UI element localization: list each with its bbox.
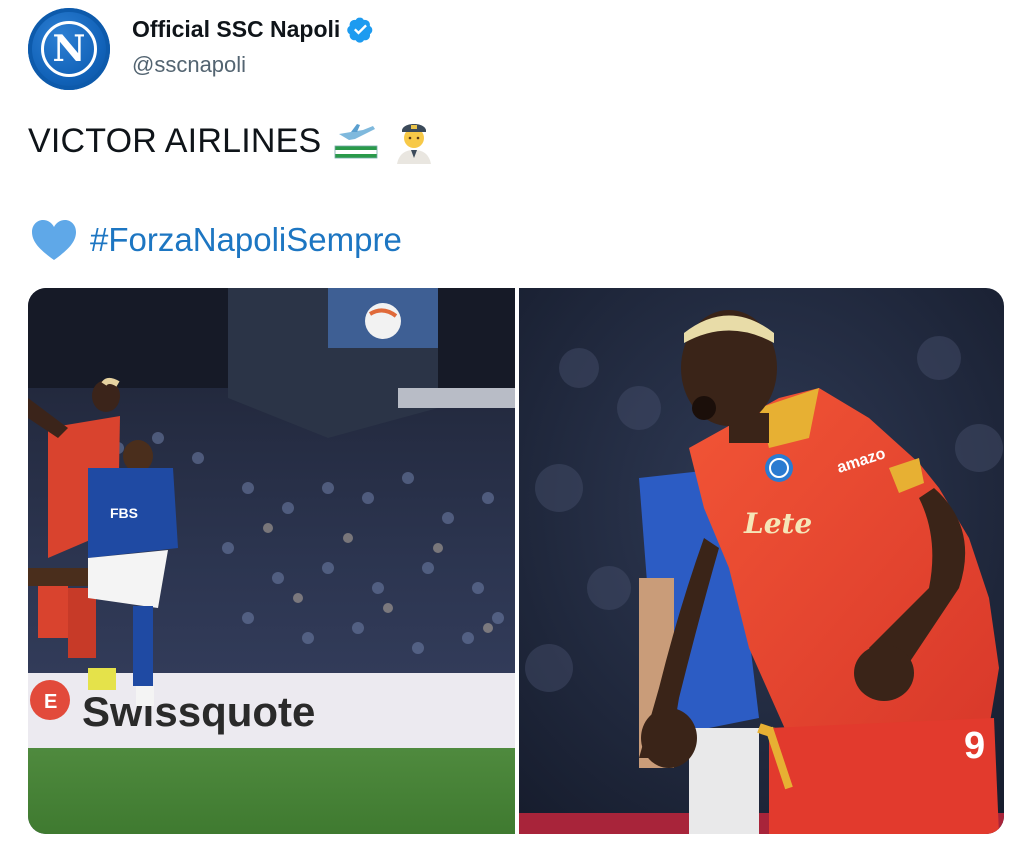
shirt-sponsor-text: Lete bbox=[743, 507, 812, 540]
airplane-flag-icon bbox=[334, 124, 378, 159]
user-handle[interactable]: @sscnapoli bbox=[132, 52, 246, 78]
display-name[interactable]: Official SSC Napoli bbox=[132, 16, 340, 43]
shirt-number: 9 bbox=[964, 725, 985, 767]
ad-badge-text: E bbox=[44, 691, 57, 713]
hashtag-link[interactable]: #ForzaNapoliSempre bbox=[90, 221, 402, 259]
napoli-logo-letter: N bbox=[41, 21, 97, 77]
photo-header-challenge[interactable]: E Swissquote FBS bbox=[28, 288, 515, 834]
tweet-text: VICTOR AIRLINES bbox=[28, 121, 322, 160]
pilot-emoji-icon bbox=[397, 124, 432, 164]
hashtag-row: #ForzaNapoliSempre bbox=[30, 218, 402, 262]
photo-celebration[interactable]: 9 Lete amazo bbox=[519, 288, 1004, 834]
svg-text:FBS: FBS bbox=[110, 505, 138, 521]
blue-heart-icon bbox=[32, 220, 76, 260]
ad-board-text: Swissquote bbox=[82, 688, 315, 735]
verified-badge-icon bbox=[347, 17, 373, 43]
user-name-row: Official SSC Napoli bbox=[132, 16, 374, 43]
avatar[interactable]: N bbox=[28, 8, 110, 90]
media-grid: E Swissquote FBS 9 Lete amazo bbox=[28, 288, 1004, 834]
tweet-text-row: VICTOR AIRLINES bbox=[28, 118, 437, 164]
